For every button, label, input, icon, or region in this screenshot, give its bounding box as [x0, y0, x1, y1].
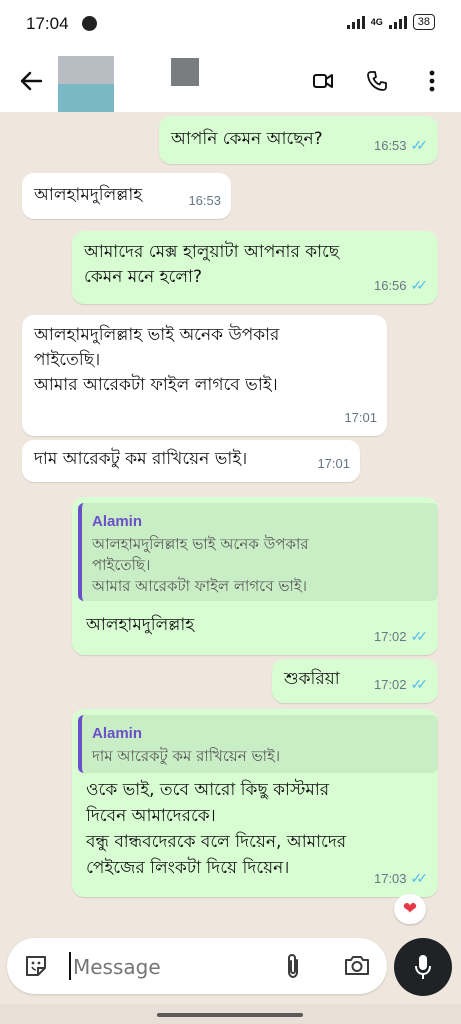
message-bubble-incoming[interactable]: আলহামদুলিল্লাহ ভাই অনেক উপকার পাইতেছি। আ… — [22, 315, 387, 436]
message-meta: 16:53 — [188, 188, 221, 213]
message-meta: 16:56 ✓✓ — [374, 273, 428, 298]
contact-name-redacted[interactable] — [171, 58, 199, 86]
message-text: আপনি কেমন আছেন? — [171, 129, 323, 149]
message-bubble-outgoing[interactable]: আপনি কেমন আছেন? 16:53 ✓✓ — [159, 116, 438, 164]
heart-reaction-icon[interactable]: ❤ — [394, 894, 426, 924]
message-meta: 17:01 — [344, 405, 377, 430]
message-bubble-incoming[interactable]: দাম আরেকটু কম রাখিয়েন ভাই। 17:01 — [22, 440, 360, 482]
message-text: দাম আরেকটু কম রাখিয়েন ভাই। — [34, 449, 248, 469]
message-time: 17:03 — [373, 871, 407, 886]
message-bubble-outgoing-reply[interactable]: Alamin দাম আরেকটু কম রাখিয়েন ভাই। ওকে ভ… — [72, 709, 438, 897]
read-ticks-icon: ✓✓ — [410, 870, 429, 886]
message-meta: 17:03 ✓✓ — [374, 866, 428, 891]
quote-author: Alamin — [92, 513, 143, 530]
message-meta: 16:53 ✓✓ — [374, 133, 428, 158]
status-bar: 17:04 4G 38 — [0, 0, 461, 50]
message-time: 17:02 — [373, 629, 407, 644]
messenger-icon — [82, 16, 97, 31]
message-time: 16:56 — [373, 278, 407, 293]
message-input[interactable] — [71, 950, 265, 984]
video-call-icon[interactable] — [306, 64, 340, 98]
read-ticks-icon: ✓✓ — [410, 277, 429, 293]
camera-icon[interactable] — [343, 953, 371, 981]
message-bubble-incoming[interactable]: আলহামদুলিল্লাহ 16:53 — [22, 173, 231, 219]
quote-text: আলহামদুলিল্লাহ ভাই অনেক উপকার পাইতেছি। আ… — [92, 535, 309, 595]
message-bubble-outgoing-reply[interactable]: Alamin আলহামদুলিল্লাহ ভাই অনেক উপকার পাই… — [72, 497, 438, 655]
contact-avatar[interactable] — [58, 56, 114, 112]
network-type: 4G — [370, 16, 383, 27]
home-gesture-pill[interactable] — [157, 1013, 303, 1017]
message-text: আমাদের মেক্স হালুয়াটা আপনার কাছে কেমন ম… — [84, 242, 340, 287]
quote-author: Alamin — [92, 725, 143, 742]
message-time: 17:01 — [317, 456, 350, 471]
message-bubble-outgoing[interactable]: শুকরিয়া 17:02 ✓✓ — [272, 659, 438, 703]
battery-icon: 38 — [412, 14, 435, 30]
message-time: 17:01 — [344, 410, 377, 425]
read-ticks-icon: ✓✓ — [410, 137, 429, 153]
sticker-icon[interactable] — [23, 953, 49, 983]
message-text: আলহামদুলিল্লাহ — [86, 615, 195, 635]
message-time: 17:02 — [373, 677, 407, 692]
message-text: আলহামদুলিল্লাহ ভাই অনেক উপকার পাইতেছি। আ… — [34, 325, 280, 395]
status-icons: 4G 38 — [346, 14, 435, 30]
chat-header — [0, 50, 461, 112]
status-time: 17:04 — [26, 14, 69, 33]
message-time: 16:53 — [188, 193, 221, 208]
signal-icon — [346, 15, 365, 29]
message-meta: 17:02 ✓✓ — [374, 624, 428, 649]
more-vertical-icon[interactable] — [415, 64, 449, 98]
signal-icon-2 — [388, 15, 407, 29]
mic-icon — [415, 955, 431, 979]
phone-icon[interactable] — [360, 64, 394, 98]
read-ticks-icon: ✓✓ — [410, 628, 429, 644]
message-text: ওকে ভাই, তবে আরো কিছু কাস্টমার দিবেন আমা… — [86, 780, 347, 878]
message-meta: 17:01 — [317, 451, 350, 476]
read-ticks-icon: ✓✓ — [410, 676, 429, 692]
message-time: 16:53 — [373, 138, 407, 153]
message-composer — [7, 938, 387, 994]
message-text: আলহামদুলিল্লাহ — [34, 185, 143, 205]
arrow-left-icon[interactable] — [14, 64, 48, 98]
quoted-message[interactable]: Alamin দাম আরেকটু কম রাখিয়েন ভাই। — [78, 715, 438, 773]
chat-area[interactable]: আপনি কেমন আছেন? 16:53 ✓✓ আলহামদুলিল্লাহ … — [0, 112, 461, 942]
attach-icon[interactable] — [283, 952, 303, 984]
message-text: শুকরিয়া — [284, 669, 340, 689]
mic-button[interactable] — [394, 938, 452, 996]
quote-text: দাম আরেকটু কম রাখিয়েন ভাই। — [92, 747, 281, 765]
message-meta: 17:02 ✓✓ — [374, 672, 428, 697]
quoted-message[interactable]: Alamin আলহামদুলিল্লাহ ভাই অনেক উপকার পাই… — [78, 503, 438, 601]
message-bubble-outgoing[interactable]: আমাদের মেক্স হালুয়াটা আপনার কাছে কেমন ম… — [72, 231, 438, 304]
system-nav-bar — [0, 1004, 461, 1024]
